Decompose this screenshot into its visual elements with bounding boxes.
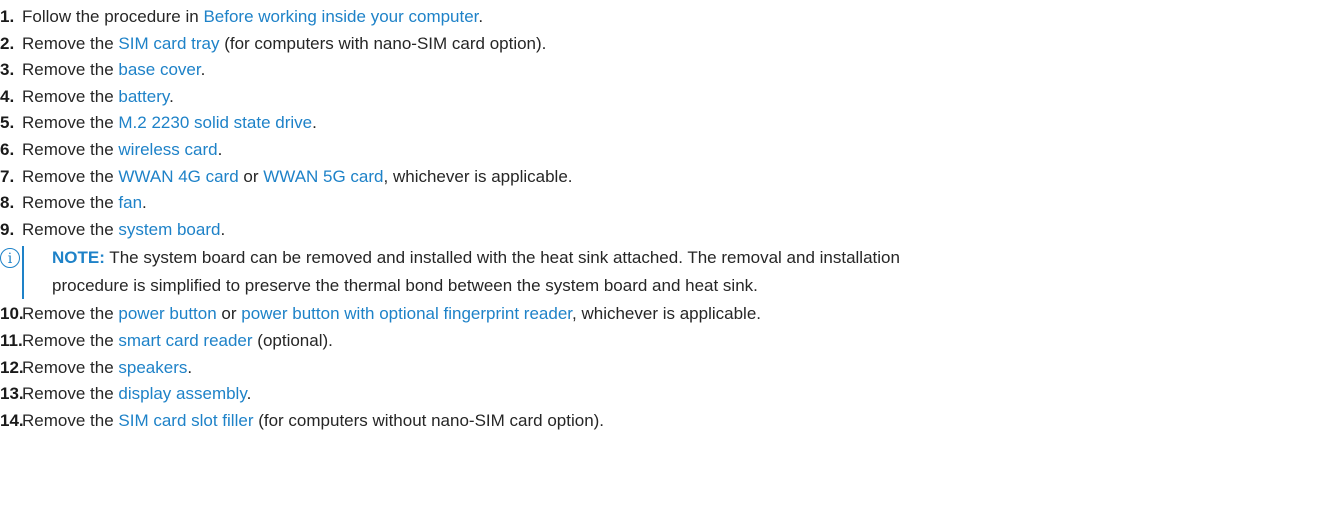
step-number: 1. xyxy=(0,7,15,26)
step-text: Remove the system board. xyxy=(22,219,226,239)
link-wwan-4g-card[interactable]: WWAN 4G card xyxy=(118,167,238,186)
step-1: 1. Follow the procedure in Before workin… xyxy=(0,4,1320,31)
step-text: Remove the fan. xyxy=(22,193,147,213)
step-number: 2. xyxy=(0,33,15,53)
step-3: 3. Remove the base cover. xyxy=(0,57,1320,84)
note-line-2: procedure is simplified to preserve the … xyxy=(52,276,758,296)
step-number: 3. xyxy=(0,60,15,80)
info-icon: i xyxy=(0,248,20,269)
link-fan[interactable]: fan xyxy=(118,193,142,212)
step-number: 11. xyxy=(0,330,23,350)
link-sim-card-slot-filler[interactable]: SIM card slot filler xyxy=(118,411,253,430)
step-5: 5. Remove the M.2 2230 solid state drive… xyxy=(0,110,1320,137)
link-sim-card-tray[interactable]: SIM card tray xyxy=(118,34,219,53)
step-text: Remove the smart card reader (optional). xyxy=(22,330,333,350)
link-smart-card-reader[interactable]: smart card reader xyxy=(118,331,252,350)
procedure-steps: 1. Follow the procedure in Before workin… xyxy=(0,4,1320,434)
step-6: 6. Remove the wireless card. xyxy=(0,137,1320,164)
link-before-working-inside[interactable]: Before working inside your computer xyxy=(203,7,478,26)
step-number: 14. xyxy=(0,410,24,430)
step-number: 8. xyxy=(0,193,15,213)
step-text: Remove the wireless card. xyxy=(22,139,223,159)
step-text: Remove the M.2 2230 solid state drive. xyxy=(22,113,317,133)
link-solid-state-drive[interactable]: M.2 2230 solid state drive xyxy=(118,113,312,132)
note-divider xyxy=(22,246,24,300)
step-number: 5. xyxy=(0,113,15,133)
step-number: 13. xyxy=(0,384,24,404)
step-number: 9. xyxy=(0,219,15,239)
step-8: 8. Remove the fan. xyxy=(0,190,1320,217)
step-2: 2. Remove the SIM card tray (for compute… xyxy=(0,31,1320,58)
link-system-board[interactable]: system board xyxy=(118,220,220,239)
step-text: Remove the SIM card slot filler (for com… xyxy=(22,410,605,430)
link-display-assembly[interactable]: display assembly xyxy=(118,384,246,403)
step-text: Remove the SIM card tray (for computers … xyxy=(22,33,547,53)
link-battery[interactable]: battery xyxy=(118,87,169,106)
step-13: 13. Remove the display assembly. xyxy=(0,381,1320,408)
step-number: 12. xyxy=(0,357,24,377)
step-text: Follow the procedure in Before working i… xyxy=(22,7,484,26)
note-body: NOTE: The system board can be removed an… xyxy=(44,244,1320,300)
step-7: 7. Remove the WWAN 4G card or WWAN 5G ca… xyxy=(0,164,1320,191)
step-12: 12. Remove the speakers. xyxy=(0,355,1320,382)
link-speakers[interactable]: speakers xyxy=(118,358,187,377)
link-power-button[interactable]: power button xyxy=(118,304,216,323)
step-number: 10. xyxy=(0,304,24,324)
step-10: 10. Remove the power button or power but… xyxy=(0,301,1320,328)
step-text: Remove the battery. xyxy=(22,86,174,106)
note-label: NOTE: xyxy=(52,248,105,268)
step-number: 7. xyxy=(0,166,15,186)
link-wwan-5g-card[interactable]: WWAN 5G card xyxy=(263,167,383,186)
step-text: Remove the WWAN 4G card or WWAN 5G card,… xyxy=(22,166,573,186)
step-number: 6. xyxy=(0,139,15,159)
step-4: 4. Remove the battery. xyxy=(0,84,1320,111)
step-11: 11. Remove the smart card reader (option… xyxy=(0,328,1320,355)
step-number: 4. xyxy=(0,86,15,106)
note-line-1: NOTE: The system board can be removed an… xyxy=(52,248,900,268)
link-base-cover[interactable]: base cover xyxy=(118,60,200,79)
note-callout: i NOTE: The system board can be removed … xyxy=(0,244,1320,300)
step-text: Remove the base cover. xyxy=(22,60,206,80)
step-text: Remove the power button or power button … xyxy=(22,304,761,324)
step-14: 14. Remove the SIM card slot filler (for… xyxy=(0,408,1320,435)
link-power-button-fingerprint[interactable]: power button with optional fingerprint r… xyxy=(241,304,572,323)
link-wireless-card[interactable]: wireless card xyxy=(118,140,217,159)
step-text: Remove the speakers. xyxy=(22,357,193,377)
step-9: 9. Remove the system board. xyxy=(0,217,1320,244)
step-text: Remove the display assembly. xyxy=(22,384,252,404)
